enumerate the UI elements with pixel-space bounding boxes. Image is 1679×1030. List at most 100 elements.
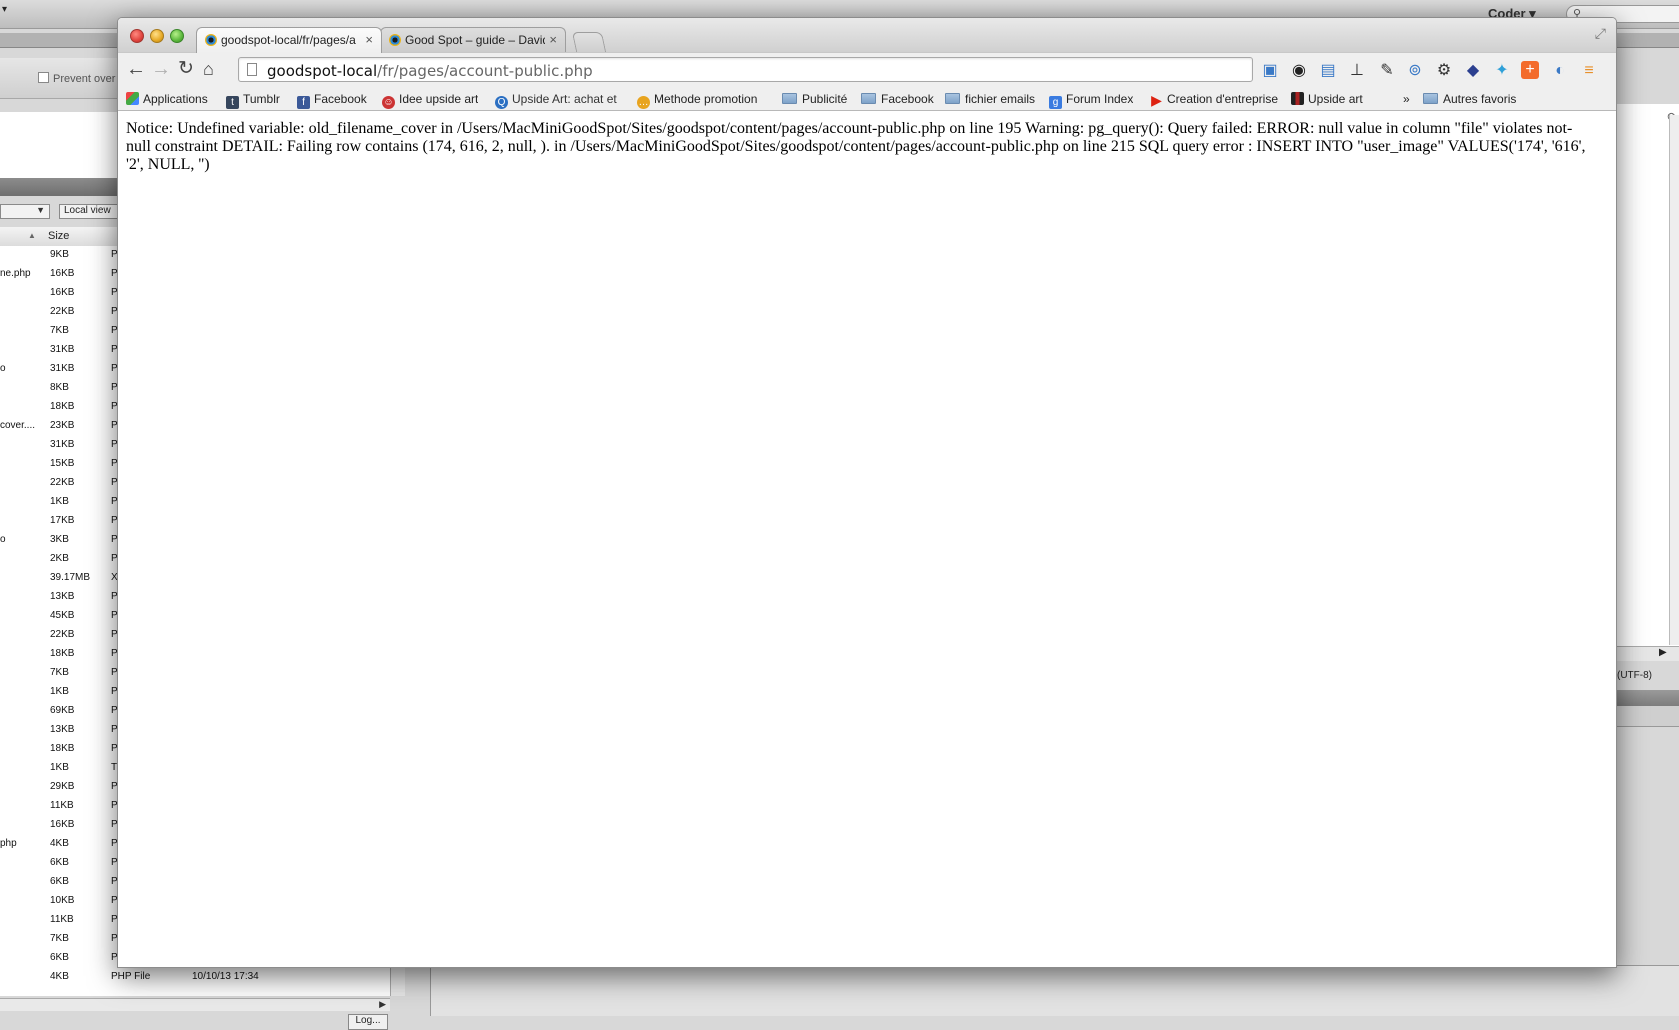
- file-size-cell: 22KB: [50, 629, 75, 640]
- bookmark-creation-entreprise[interactable]: ▶ Creation d'entreprise: [1150, 92, 1284, 107]
- checkbox-box[interactable]: [38, 72, 49, 83]
- page-content: Notice: Undefined variable: old_filename…: [118, 111, 1616, 967]
- background-panel-band-lower: [1615, 690, 1679, 706]
- bookmark-tumblr[interactable]: t Tumblr: [226, 92, 280, 109]
- files-panel-header: [0, 178, 120, 196]
- window-extension-icon[interactable]: ▣: [1260, 61, 1280, 81]
- file-name-cell: php: [0, 838, 17, 849]
- menu-icon[interactable]: ≡: [1579, 61, 1599, 81]
- goodspot-favicon-icon: [205, 34, 217, 46]
- tumblr-icon: t: [226, 96, 239, 109]
- bookmark-facebook[interactable]: f Facebook: [297, 92, 367, 109]
- speech-bubble-icon: …: [637, 96, 650, 109]
- file-size-cell: 17KB: [50, 515, 75, 526]
- red-arrow-icon: ▶: [1151, 92, 1162, 107]
- scroll-right-icon[interactable]: ▶: [1659, 647, 1667, 658]
- bookmark-forum-index[interactable]: g Forum Index: [1049, 92, 1133, 109]
- folder-icon: [945, 93, 960, 104]
- folder-icon: [861, 93, 876, 104]
- file-size-cell: 6KB: [50, 876, 69, 887]
- bookmark-label: Upside art: [1308, 92, 1363, 106]
- local-view-select[interactable]: Local view: [59, 204, 121, 219]
- file-name-cell: cover....: [0, 420, 36, 431]
- fullscreen-icon[interactable]: ⤢: [1595, 25, 1606, 42]
- site-select[interactable]: ▼: [0, 204, 50, 219]
- window-minimize-button[interactable]: [150, 29, 164, 43]
- file-size-cell: 16KB: [50, 268, 75, 279]
- bookmark-folder-facebook[interactable]: Facebook: [861, 92, 934, 106]
- table-row[interactable]: 4KB PHP File 10/10/13 17:34: [0, 968, 390, 987]
- screenshot-extension-icon[interactable]: ▤: [1318, 61, 1338, 81]
- bookmark-folder-autres-favoris[interactable]: Autres favoris: [1423, 92, 1516, 106]
- file-size-cell: 8KB: [50, 382, 69, 393]
- file-name-cell: o: [0, 363, 6, 374]
- tab-close-icon[interactable]: ×: [365, 32, 373, 47]
- file-size-cell: 10KB: [50, 895, 75, 906]
- bookmarks-overflow-button[interactable]: »: [1403, 92, 1410, 106]
- window-zoom-button[interactable]: [170, 29, 184, 43]
- window-close-button[interactable]: [130, 29, 144, 43]
- file-size-cell: 39.17MB: [50, 572, 91, 583]
- bookmark-folder-publicite[interactable]: Publicité: [782, 92, 847, 106]
- bookmark-upside-art[interactable]: Upside art: [1291, 92, 1363, 106]
- bookmark-label: Publicité: [802, 92, 848, 106]
- bookmark-label: Facebook: [881, 92, 934, 106]
- file-size-cell: 13KB: [50, 724, 75, 735]
- bookmark-methode-promotion[interactable]: … Methode promotion: [637, 92, 773, 109]
- tab-good-spot-guide[interactable]: Good Spot – guide – David ×: [380, 27, 566, 53]
- folder-icon: [1423, 93, 1438, 104]
- file-size-cell: 31KB: [50, 344, 75, 355]
- bookmark-applications[interactable]: Applications: [126, 92, 208, 106]
- prevent-overlap-checkbox[interactable]: Prevent over: [38, 72, 115, 85]
- mail-extension-icon[interactable]: ◆: [1463, 61, 1483, 81]
- bookmark-folder-fichier-emails[interactable]: fichier emails: [945, 92, 1035, 106]
- downloader-extension-icon[interactable]: ⊚: [1405, 61, 1425, 81]
- bookmark-label: Facebook: [314, 92, 367, 106]
- character-icon: ☺: [382, 96, 395, 109]
- page-icon: [247, 63, 257, 76]
- scroll-right-icon[interactable]: ▶: [379, 999, 386, 1010]
- reload-button[interactable]: ↻: [178, 59, 194, 79]
- log-button[interactable]: Log...: [348, 1014, 388, 1030]
- file-size-cell: 69KB: [50, 705, 75, 716]
- file-size-cell: 18KB: [50, 401, 75, 412]
- gear-icon[interactable]: ⚙: [1434, 61, 1454, 81]
- file-date-cell: 10/10/13 17:34: [192, 971, 259, 982]
- size-column-header[interactable]: Size: [48, 230, 69, 242]
- code-vscrollbar[interactable]: [1669, 115, 1679, 645]
- tab-strip: goodspot-local/fr/pages/a × Good Spot – …: [118, 18, 1616, 53]
- ruler-extension-icon[interactable]: ⊥: [1347, 61, 1367, 81]
- tab-account-public[interactable]: goodspot-local/fr/pages/a ×: [196, 27, 382, 53]
- code-hscrollbar[interactable]: ▶: [1615, 646, 1679, 661]
- file-list-hscrollbar[interactable]: ▶: [0, 998, 390, 1011]
- address-bar[interactable]: goodspot-local/fr/pages/account-public.p…: [238, 57, 1253, 82]
- back-button[interactable]: ←: [126, 59, 146, 79]
- tab-title: Good Spot – guide – David: [405, 33, 545, 47]
- file-size-cell: 18KB: [50, 648, 75, 659]
- file-size-cell: 7KB: [50, 325, 69, 336]
- bookmark-label: fichier emails: [965, 92, 1036, 106]
- tab-close-icon[interactable]: ×: [549, 32, 557, 47]
- bookmark-idee-upside-art[interactable]: ☺ Idee upside art: [382, 92, 478, 109]
- puzzle-extension-icon[interactable]: ✦: [1492, 61, 1512, 81]
- home-button[interactable]: ⌂: [203, 59, 214, 79]
- background-panel-band-right: [1610, 33, 1679, 48]
- file-size-cell: 15KB: [50, 458, 75, 469]
- save-extension-icon[interactable]: ◐: [1550, 61, 1570, 81]
- eyedropper-extension-icon[interactable]: ✎: [1377, 61, 1397, 81]
- url-text[interactable]: goodspot-local/fr/pages/account-public.p…: [267, 62, 593, 80]
- background-properties-area: [0, 112, 120, 179]
- forward-button[interactable]: →: [151, 59, 171, 79]
- sort-up-icon[interactable]: ▲: [28, 231, 36, 240]
- file-size-cell: 6KB: [50, 952, 69, 963]
- file-size-cell: 1KB: [50, 496, 69, 507]
- menu-arrow-icon[interactable]: ▾: [2, 4, 7, 15]
- bookmark-label: Autres favoris: [1443, 92, 1517, 106]
- bookmark-upside-art-achat[interactable]: Q Upside Art: achat et: [495, 92, 625, 109]
- new-tab-button[interactable]: [571, 32, 607, 52]
- file-size-cell: 4KB: [50, 971, 69, 982]
- plus-extension-icon[interactable]: +: [1521, 61, 1539, 79]
- file-size-cell: 31KB: [50, 363, 75, 374]
- color-wheel-extension-icon[interactable]: ◉: [1289, 61, 1309, 81]
- goodspot-favicon-icon: [389, 34, 401, 46]
